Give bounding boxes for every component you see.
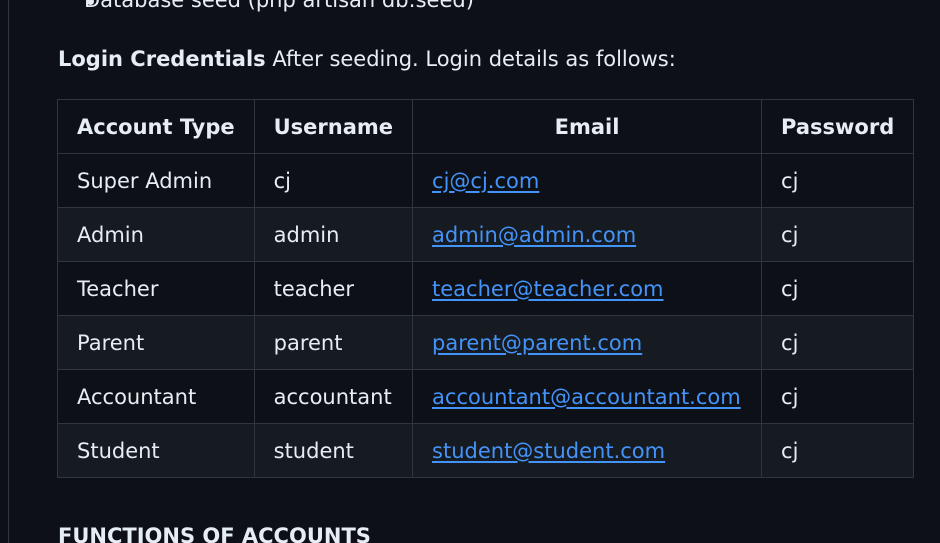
password-cell: cj [761, 369, 915, 424]
password-cell: cj [761, 261, 915, 316]
intro-text: After seeding. Login details as follows: [272, 47, 676, 71]
email-link[interactable]: admin@admin.com [432, 223, 636, 247]
email-cell: parent@parent.com [412, 315, 763, 370]
email-link[interactable]: cj@cj.com [432, 169, 539, 193]
table-row: Super Admin cj cj@cj.com cj [57, 153, 915, 208]
credentials-table: Account Type Username Email Password Sup… [57, 99, 915, 478]
email-link[interactable]: teacher@teacher.com [432, 277, 663, 301]
table-row: Student student student@student.com cj [57, 423, 915, 478]
password-cell: cj [761, 153, 915, 208]
email-cell: cj@cj.com [412, 153, 763, 208]
table-row: Parent parent parent@parent.com cj [57, 315, 915, 370]
password-cell: cj [761, 423, 915, 478]
column-header-password: Password [761, 99, 915, 154]
account-type-cell: Teacher [57, 261, 255, 316]
email-cell: accountant@accountant.com [412, 369, 763, 424]
password-cell: cj [761, 315, 915, 370]
account-type-cell: Parent [57, 315, 255, 370]
email-link[interactable]: student@student.com [432, 439, 665, 463]
column-header-username: Username [253, 99, 414, 154]
account-type-cell: Admin [57, 207, 255, 262]
password-cell: cj [761, 207, 915, 262]
email-cell: student@student.com [412, 423, 763, 478]
table-row: Teacher teacher teacher@teacher.com cj [57, 261, 915, 316]
email-cell: admin@admin.com [412, 207, 763, 262]
username-cell: teacher [253, 261, 414, 316]
column-header-account-type: Account Type [57, 99, 255, 154]
account-type-cell: Student [57, 423, 255, 478]
column-header-email: Email [412, 99, 763, 154]
username-cell: parent [253, 315, 414, 370]
username-cell: cj [253, 153, 414, 208]
section-heading: FUNCTIONS OF ACCOUNTS [58, 524, 371, 543]
username-cell: admin [253, 207, 414, 262]
account-type-cell: Accountant [57, 369, 255, 424]
login-credentials-paragraph: Login Credentials After seeding. Login d… [58, 44, 676, 74]
email-cell: teacher@teacher.com [412, 261, 763, 316]
table-header-row: Account Type Username Email Password [57, 99, 915, 154]
table-row: Accountant accountant accountant@account… [57, 369, 915, 424]
username-cell: student [253, 423, 414, 478]
table-row: Admin admin admin@admin.com cj [57, 207, 915, 262]
email-link[interactable]: accountant@accountant.com [432, 385, 741, 409]
blockquote-rule [8, 0, 9, 543]
list-item: Database seed (php artisan db:seed) [84, 0, 474, 12]
account-type-cell: Super Admin [57, 153, 255, 208]
username-cell: accountant [253, 369, 414, 424]
email-link[interactable]: parent@parent.com [432, 331, 642, 355]
intro-label: Login Credentials [58, 47, 266, 71]
